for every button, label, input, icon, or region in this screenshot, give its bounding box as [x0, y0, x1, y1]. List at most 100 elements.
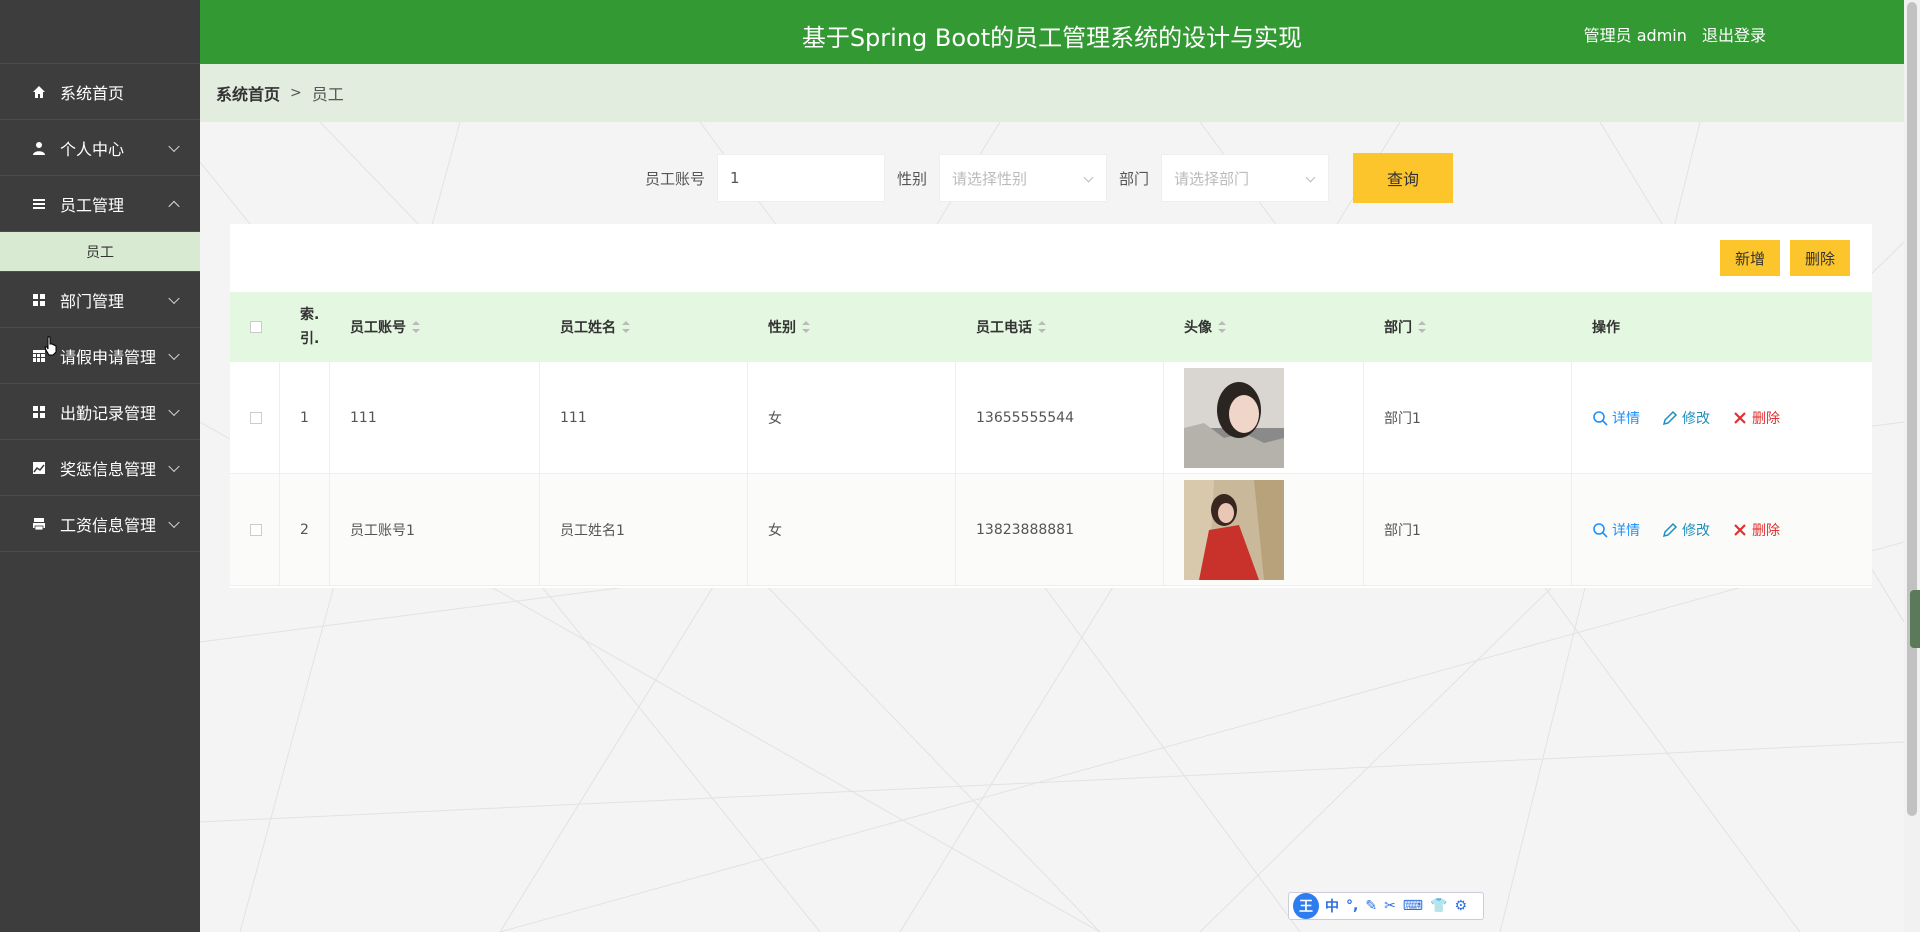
gender-select[interactable]: 请选择性别: [939, 154, 1108, 202]
dept-select[interactable]: 请选择部门: [1161, 154, 1330, 202]
sidebar-item-label: 奖惩信息管理: [60, 459, 157, 479]
dept-label: 部门: [1119, 169, 1150, 188]
chevron-down-icon: [1305, 172, 1316, 183]
page-scrollbar[interactable]: [1904, 0, 1920, 932]
sidebar-item-reward[interactable]: 奖惩信息管理: [0, 440, 200, 496]
header-gender[interactable]: 性别: [748, 292, 956, 361]
header-account[interactable]: 员工账号: [330, 292, 540, 361]
user-icon: [32, 141, 46, 155]
sidebar-item-label: 部门管理: [60, 291, 125, 311]
row-select-cell: [230, 474, 280, 585]
header-index: 索. 引.: [280, 292, 330, 361]
sort-icon[interactable]: [1038, 320, 1046, 333]
remove-button[interactable]: 删除: [1732, 408, 1780, 428]
sidebar-item-department[interactable]: 部门管理: [0, 272, 200, 328]
header-avatar-label: 头像: [1184, 319, 1212, 336]
sort-icon[interactable]: [802, 320, 810, 333]
top-header: 基于Spring Boot的员工管理系统的设计与实现 管理员 admin 退出登…: [200, 0, 1904, 64]
user-label: 管理员 admin: [1583, 26, 1687, 45]
table-actions: 新增 删除: [1710, 240, 1850, 276]
row-checkbox[interactable]: [250, 523, 262, 536]
search-bar: 员工账号 1 性别 请选择性别 部门 请选择部门 查询: [645, 153, 1454, 203]
ime-scissors-icon[interactable]: ✂: [1384, 898, 1396, 914]
row-phone: 13655555544: [956, 362, 1164, 473]
sort-icon[interactable]: [622, 320, 630, 333]
header-ops: 操作: [1572, 292, 1872, 361]
grid-icon: [32, 293, 46, 307]
sort-icon[interactable]: [1418, 320, 1426, 333]
row-dept: 部门1: [1364, 362, 1572, 473]
select-all-checkbox[interactable]: [250, 320, 262, 333]
header-index-label: 索. 引.: [300, 306, 320, 347]
home-icon: [32, 85, 46, 99]
chevron-down-icon: [168, 516, 180, 528]
close-icon: [1734, 411, 1746, 424]
select-all-cell: [230, 292, 280, 361]
add-button[interactable]: 新增: [1719, 240, 1780, 276]
sidebar: 系统首页 个人中心 员工管理 员工 部门管理 请假申请管理 出勤记录管理 奖惩信…: [0, 0, 200, 932]
sort-icon[interactable]: [412, 320, 420, 333]
logout-link[interactable]: 退出登录: [1702, 26, 1766, 45]
row-ops: 详情 修改 删除: [1572, 474, 1872, 585]
query-button[interactable]: 查询: [1353, 153, 1454, 203]
list-icon: [32, 197, 46, 211]
table-panel: 新增 删除 索. 引. 员工账号 员工姓名 性别 员工电话 头像 部门 操作 1…: [230, 224, 1872, 588]
ime-settings-icon[interactable]: ⚙: [1454, 898, 1467, 914]
scrollbar-thumb[interactable]: [1907, 2, 1917, 816]
remove-label: 删除: [1752, 410, 1780, 427]
remove-label: 删除: [1752, 522, 1780, 539]
header-name[interactable]: 员工姓名: [540, 292, 748, 361]
header-dept[interactable]: 部门: [1364, 292, 1572, 361]
side-widget-handle[interactable]: [1910, 590, 1920, 648]
sidebar-item-label: 工资信息管理: [60, 515, 157, 535]
sidebar-logo: [0, 0, 200, 64]
remove-button[interactable]: 删除: [1732, 520, 1780, 540]
dept-placeholder: 请选择部门: [1174, 169, 1250, 188]
sidebar-item-salary[interactable]: 工资信息管理: [0, 496, 200, 552]
sidebar-item-employee[interactable]: 员工管理: [0, 176, 200, 232]
sidebar-item-home[interactable]: 系统首页: [0, 64, 200, 120]
table-header-row: 索. 引. 员工账号 员工姓名 性别 员工电话 头像 部门 操作: [230, 292, 1872, 362]
avatar: [1184, 479, 1284, 580]
row-gender: 女: [748, 474, 956, 585]
grid-icon: [32, 405, 46, 419]
row-checkbox[interactable]: [250, 411, 262, 424]
sidebar-subitem-employee[interactable]: 员工: [0, 232, 200, 272]
hand-cursor-icon: [44, 336, 57, 356]
edit-button[interactable]: 修改: [1662, 520, 1710, 540]
detail-button[interactable]: 详情: [1592, 408, 1640, 428]
ime-pen-icon[interactable]: ✎: [1365, 898, 1377, 914]
row-name: 员工姓名1: [540, 474, 748, 585]
detail-button[interactable]: 详情: [1592, 520, 1640, 540]
gender-placeholder: 请选择性别: [952, 169, 1028, 188]
ime-keyboard-icon[interactable]: ⌨: [1403, 898, 1423, 914]
edit-label: 修改: [1682, 410, 1710, 427]
header-phone[interactable]: 员工电话: [956, 292, 1164, 361]
edit-button[interactable]: 修改: [1662, 408, 1710, 428]
header-avatar[interactable]: 头像: [1164, 292, 1364, 361]
delete-button[interactable]: 删除: [1789, 240, 1850, 276]
detail-label: 详情: [1612, 410, 1640, 427]
ime-logo[interactable]: 王: [1293, 893, 1319, 919]
account-label: 员工账号: [645, 169, 706, 188]
close-icon: [1734, 523, 1746, 536]
main-content: 员工账号 1 性别 请选择性别 部门 请选择部门 查询 新增 删除 索. 引. …: [200, 122, 1904, 932]
header-gender-label: 性别: [768, 319, 796, 336]
ime-toolbar: 王 中 °, ✎ ✂ ⌨ 👕 ⚙: [1288, 892, 1484, 920]
breadcrumb-home[interactable]: 系统首页: [216, 81, 280, 105]
sort-icon[interactable]: [1218, 320, 1226, 333]
sidebar-item-personal[interactable]: 个人中心: [0, 120, 200, 176]
header-ops-label: 操作: [1592, 319, 1620, 336]
ime-skin-icon[interactable]: 👕: [1430, 898, 1447, 914]
row-index: 2: [280, 474, 330, 585]
sidebar-item-attendance[interactable]: 出勤记录管理: [0, 384, 200, 440]
ime-punctuation-icon[interactable]: °,: [1346, 898, 1358, 914]
table-row: 1 111 111 女 13655555544 部门1 详情 修改 删除: [230, 362, 1872, 474]
breadcrumb-current: 员工: [311, 85, 344, 104]
chevron-down-icon: [168, 292, 180, 304]
chevron-down-icon: [168, 460, 180, 472]
account-input[interactable]: 1: [717, 154, 886, 202]
pencil-icon: [1662, 410, 1678, 425]
sidebar-item-leave[interactable]: 请假申请管理: [0, 328, 200, 384]
ime-mode-toggle[interactable]: 中: [1325, 896, 1339, 916]
